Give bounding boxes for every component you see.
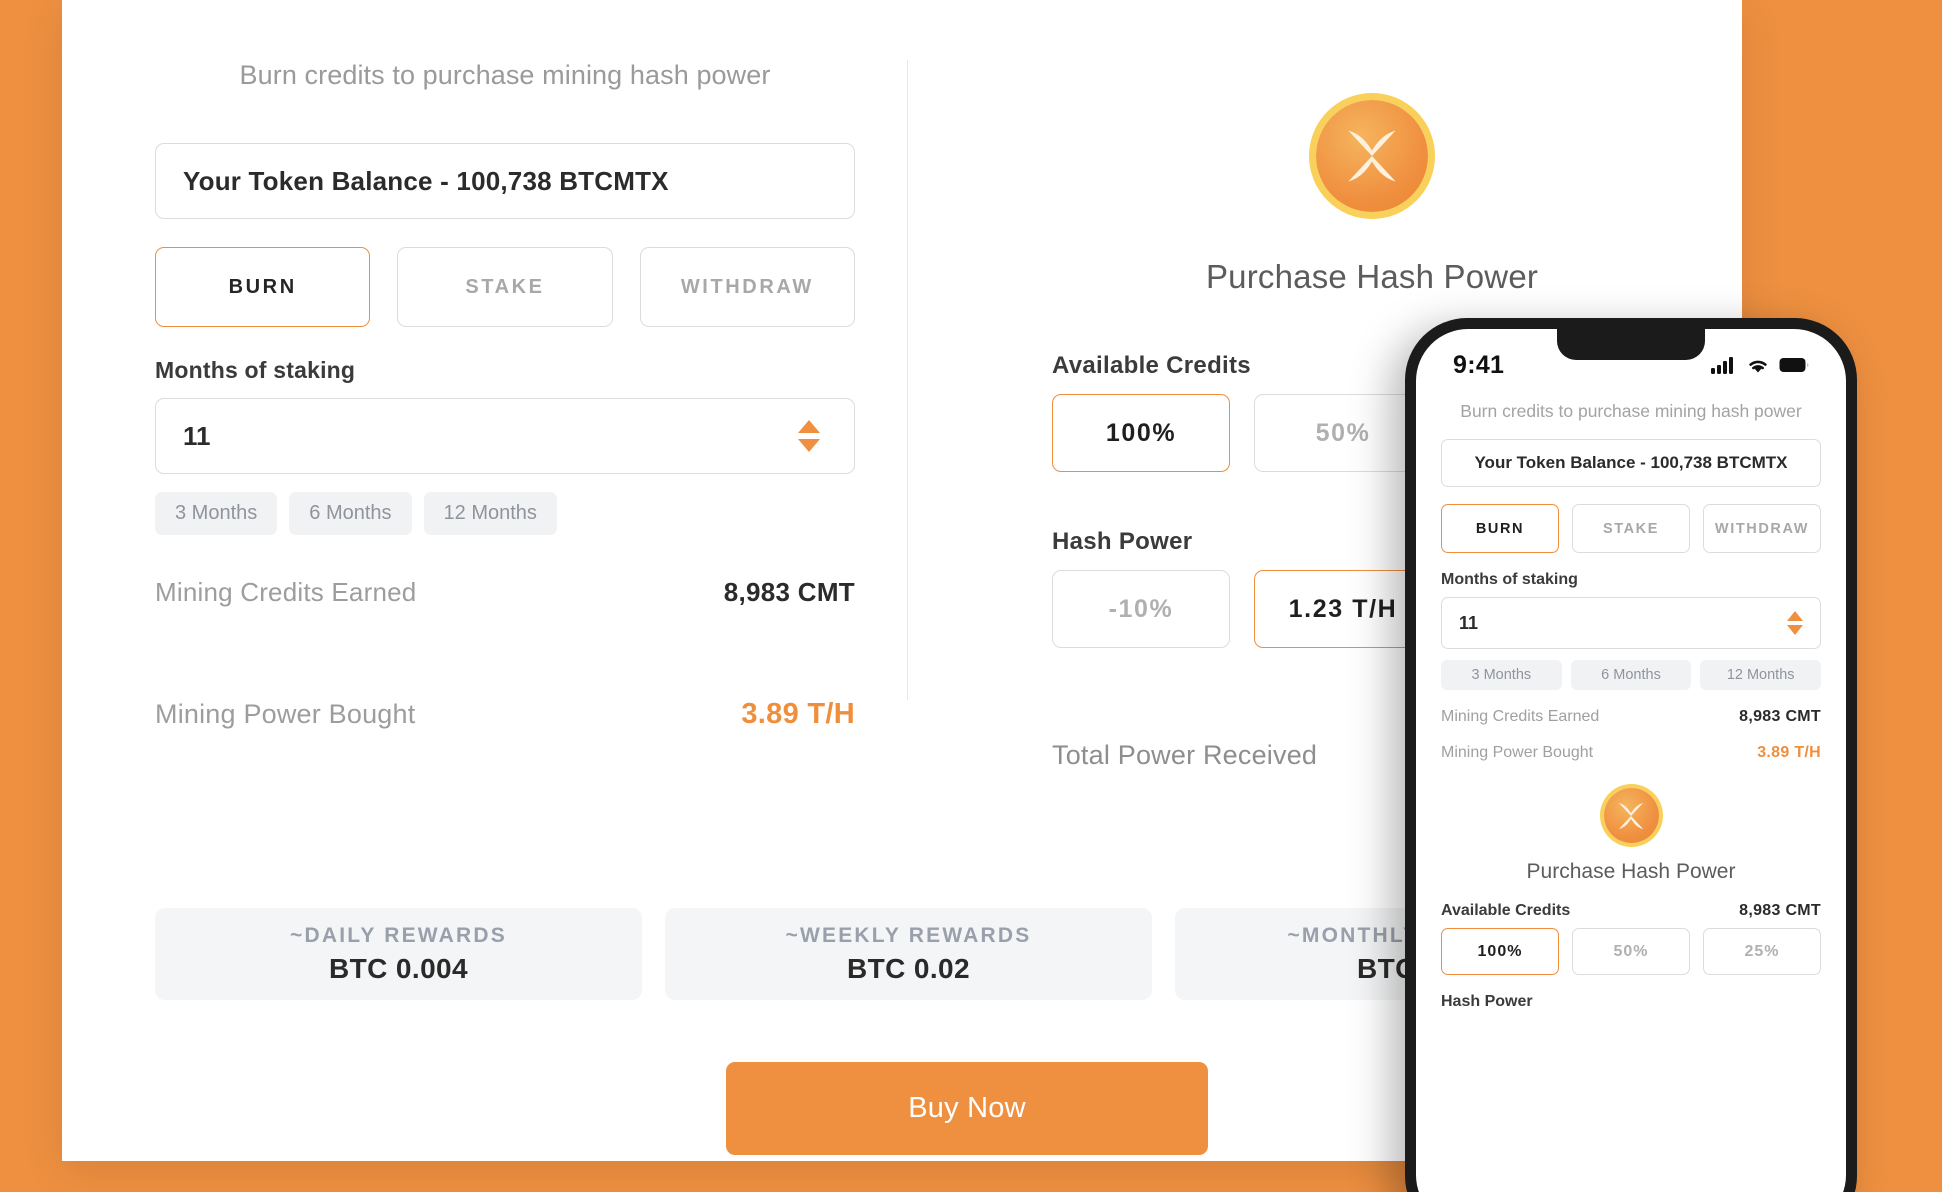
page-root: Burn credits to purchase mining hash pow… <box>0 0 1942 1192</box>
phone-notch <box>1557 329 1705 360</box>
phone-chip-3-months[interactable]: 3 Months <box>1441 660 1562 690</box>
form-subtitle: Burn credits to purchase mining hash pow… <box>239 60 771 90</box>
stat-mining-credits-earned-value: 8,983 CMT <box>723 577 855 607</box>
phone-content: Burn credits to purchase mining hash pow… <box>1416 381 1846 1011</box>
phone-mode-tab-group: BURN STAKE WITHDRAW <box>1441 504 1821 553</box>
chevron-up-icon[interactable] <box>798 420 820 433</box>
phone-chip-6-months[interactable]: 6 Months <box>1570 660 1692 690</box>
phone-token-balance-field[interactable]: Your Token Balance - 100,738 BTCMTX <box>1441 439 1821 487</box>
reward-card-weekly: ~WEEKLY REWARDS BTC 0.02 <box>665 908 1152 1000</box>
stat-mining-power-bought: Mining Power Bought 3.89 T/H <box>155 698 855 731</box>
burn-form-column: Burn credits to purchase mining hash pow… <box>155 60 855 731</box>
reward-weekly-title: ~WEEKLY REWARDS <box>785 923 1032 947</box>
months-value: 11 <box>183 420 211 451</box>
phone-tab-burn[interactable]: BURN <box>1441 504 1559 553</box>
phone-btcmtx-coin-icon <box>1603 788 1659 843</box>
phone-months-value: 11 <box>1459 612 1479 633</box>
stat-mining-power-bought-value: 3.89 T/H <box>741 698 855 730</box>
panel-title: Purchase Hash Power <box>1205 258 1539 295</box>
phone-stat-credits-label: Mining Credits Earned <box>1441 708 1600 725</box>
phone-available-credits-label: Available Credits <box>1441 902 1571 919</box>
cellular-signal-icon <box>1711 357 1733 374</box>
phone-tab-stake[interactable]: STAKE <box>1572 504 1690 553</box>
battery-full-icon <box>1779 358 1809 372</box>
reward-card-daily: ~DAILY REWARDS BTC 0.004 <box>155 908 642 1000</box>
tab-stake-label: STAKE <box>465 275 545 298</box>
column-divider <box>907 60 908 700</box>
phone-chip-12-months[interactable]: 12 Months <box>1700 660 1822 690</box>
phone-months-stepper-field[interactable]: 11 <box>1441 597 1821 649</box>
token-balance-value: Your Token Balance - 100,738 BTCMTX <box>183 165 669 196</box>
stat-mining-credits-earned-label: Mining Credits Earned <box>155 577 417 607</box>
stat-mining-power-bought-label: Mining Power Bought <box>155 699 416 729</box>
phone-stat-power-value: 3.89 T/H <box>1757 744 1821 761</box>
hash-option-minus-10[interactable]: -10% <box>1052 570 1230 648</box>
wifi-icon <box>1749 360 1767 373</box>
phone-stat-mining-power-bought: Mining Power Bought 3.89 T/H <box>1441 744 1821 762</box>
phone-months-stepper-arrows[interactable] <box>1787 611 1803 635</box>
reward-weekly-value: BTC 0.02 <box>846 952 971 984</box>
credit-option-100[interactable]: 100% <box>1052 394 1230 472</box>
phone-x-star-glyph <box>1618 802 1644 829</box>
token-balance-field[interactable]: Your Token Balance - 100,738 BTCMTX <box>155 143 855 219</box>
phone-stat-mining-credits-earned: Mining Credits Earned 8,983 CMT <box>1441 708 1821 726</box>
months-stepper-field[interactable]: 11 <box>155 398 855 474</box>
phone-months-label: Months of staking <box>1441 571 1578 588</box>
stat-mining-credits-earned: Mining Credits Earned 8,983 CMT <box>155 577 855 608</box>
months-of-staking-label: Months of staking <box>155 357 356 383</box>
phone-credit-option-50[interactable]: 50% <box>1572 928 1690 975</box>
phone-stat-credits-value: 8,983 CMT <box>1739 708 1821 725</box>
chip-12-months[interactable]: 12 Months <box>423 492 557 535</box>
phone-screen: 9:41 Burn credits to purchase mining has… <box>1416 329 1846 1192</box>
tab-burn-label: BURN <box>228 275 297 298</box>
phone-available-credits-row: Available Credits 8,983 CMT <box>1441 902 1821 920</box>
phone-stat-power-label: Mining Power Bought <box>1441 744 1594 761</box>
tab-withdraw-label: WITHDRAW <box>680 275 814 298</box>
month-preset-chips: 3 Months 6 Months 12 Months <box>155 492 855 535</box>
phone-credit-option-100[interactable]: 100% <box>1441 928 1559 975</box>
phone-available-credits-value: 8,983 CMT <box>1739 902 1821 919</box>
phone-panel-title: Purchase Hash Power <box>1526 860 1736 883</box>
status-time: 9:41 <box>1453 350 1505 379</box>
reward-daily-value: BTC 0.004 <box>329 952 468 984</box>
chevron-down-icon[interactable] <box>798 439 820 452</box>
tab-withdraw[interactable]: WITHDRAW <box>639 247 855 327</box>
phone-mockup: 9:41 Burn credits to purchase mining has… <box>1405 318 1857 1192</box>
status-icon-group <box>1711 356 1809 374</box>
reward-daily-title: ~DAILY REWARDS <box>290 923 507 947</box>
phone-chevron-down-icon[interactable] <box>1787 625 1803 635</box>
phone-subtitle: Burn credits to purchase mining hash pow… <box>1460 401 1802 421</box>
phone-month-preset-chips: 3 Months 6 Months 12 Months <box>1441 660 1822 690</box>
mode-tab-group: BURN STAKE WITHDRAW <box>155 247 855 327</box>
phone-chevron-up-icon[interactable] <box>1787 611 1803 621</box>
phone-tab-withdraw[interactable]: WITHDRAW <box>1703 504 1821 553</box>
months-stepper-arrows[interactable] <box>798 420 820 452</box>
x-star-glyph <box>1348 130 1396 182</box>
chip-6-months[interactable]: 6 Months <box>289 492 412 535</box>
phone-credit-options: 100% 50% 25% <box>1441 928 1821 975</box>
phone-hash-power-label: Hash Power <box>1441 993 1533 1010</box>
chip-3-months[interactable]: 3 Months <box>155 492 278 535</box>
tab-burn[interactable]: BURN <box>155 247 371 327</box>
phone-credit-option-25[interactable]: 25% <box>1703 928 1821 975</box>
tab-stake[interactable]: STAKE <box>397 247 613 327</box>
btcmtx-coin-icon <box>1316 100 1428 212</box>
phone-token-balance-value: Your Token Balance - 100,738 BTCMTX <box>1474 453 1788 472</box>
buy-now-button[interactable]: Buy Now <box>726 1062 1208 1155</box>
